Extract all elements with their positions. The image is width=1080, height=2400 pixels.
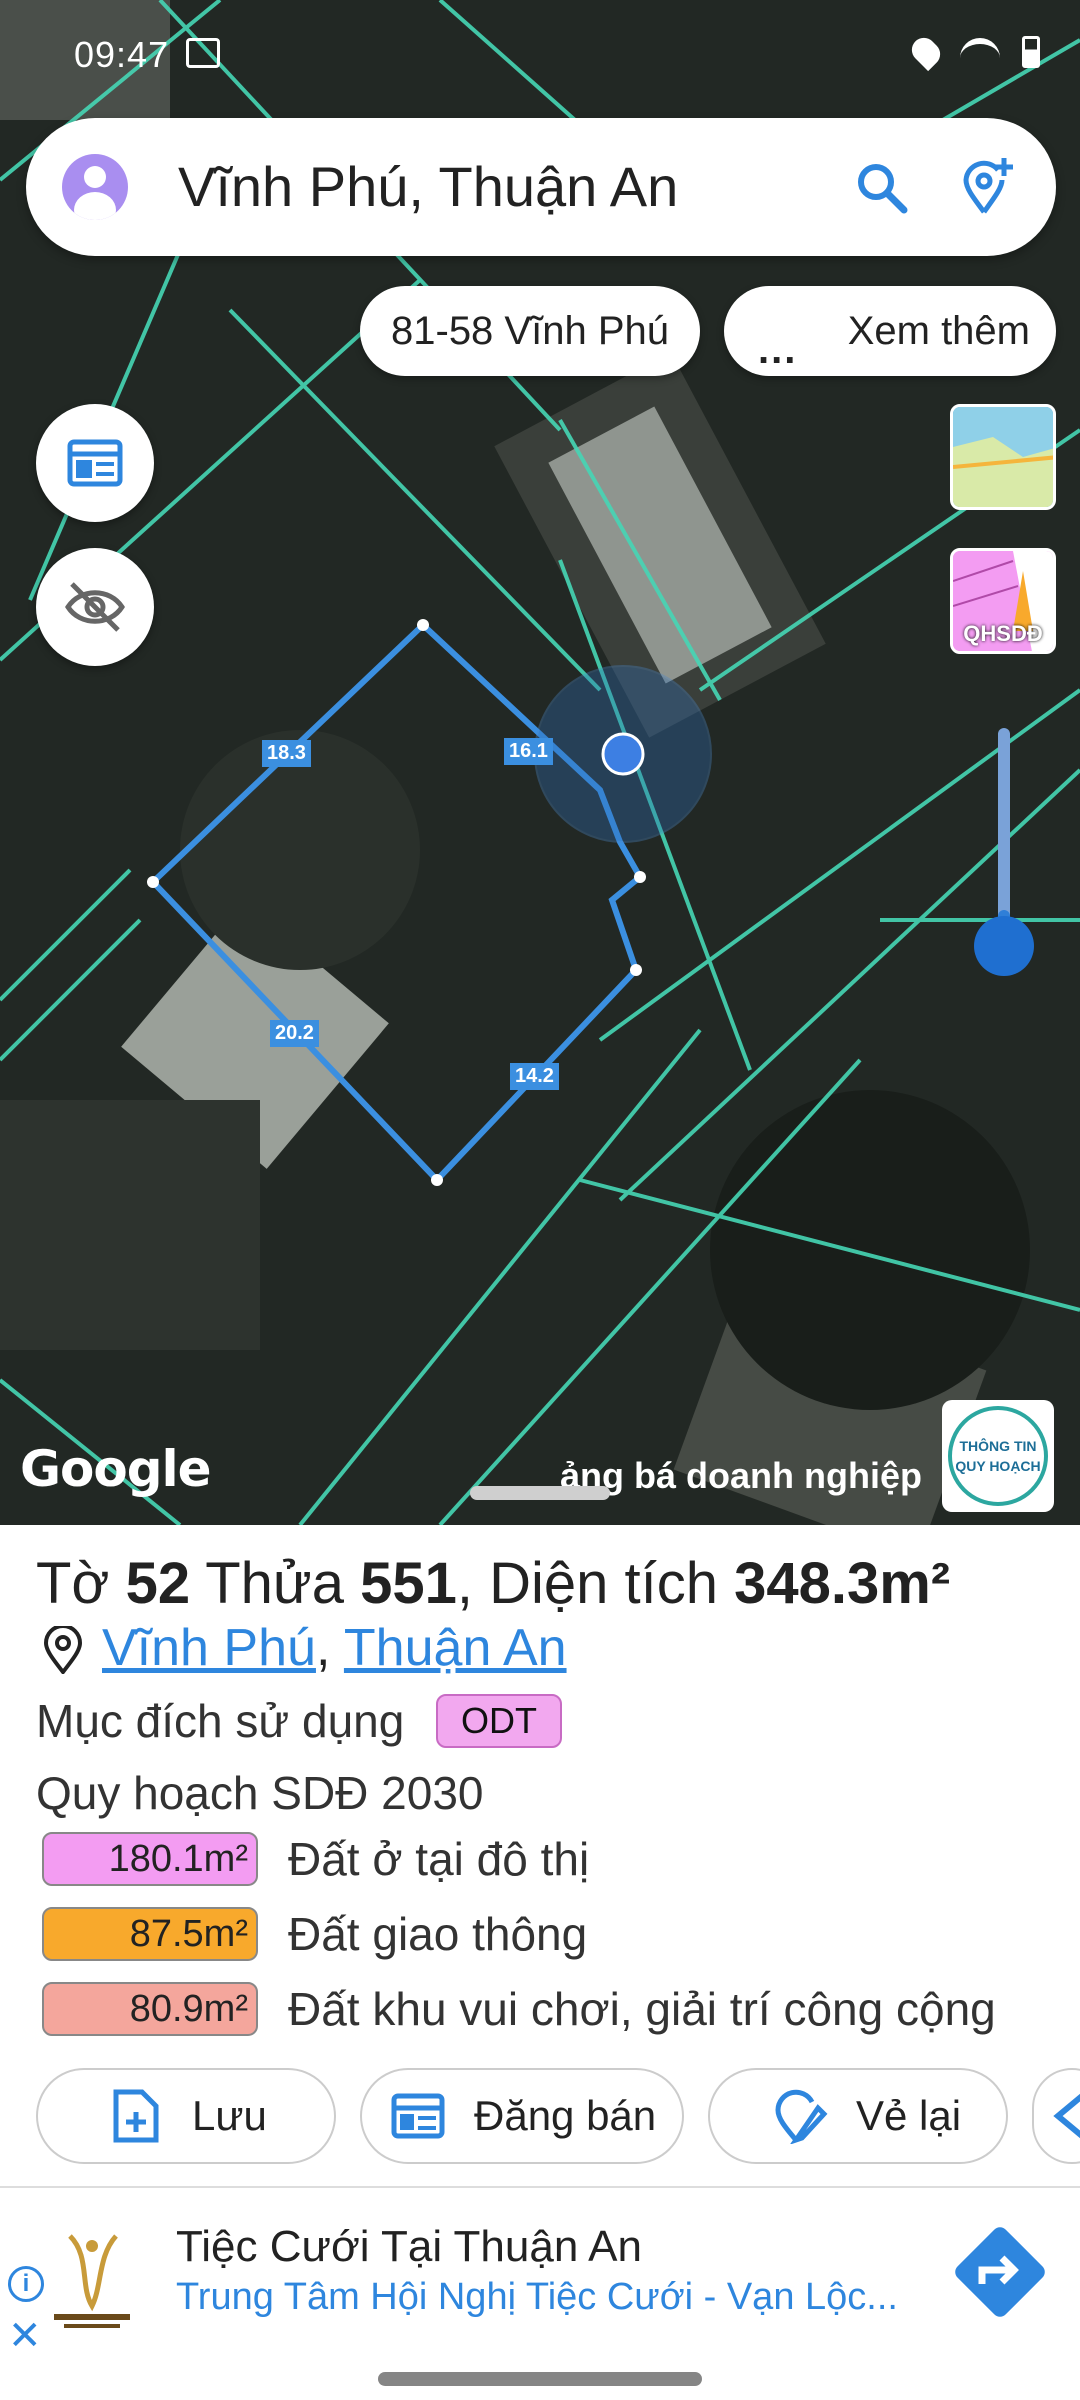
area-value: 348.3m² bbox=[734, 1551, 951, 1616]
plan-area-label: Đất ở tại đô thị bbox=[288, 1833, 590, 1885]
redraw-label: Vẻ lại bbox=[856, 2092, 962, 2139]
chevron-left-icon bbox=[1053, 2093, 1080, 2139]
ward-link[interactable]: Vĩnh Phú bbox=[102, 1619, 316, 1677]
sheet-number: 52 bbox=[125, 1551, 191, 1616]
edit-pin-icon bbox=[775, 2089, 828, 2144]
sheet-drag-handle[interactable] bbox=[470, 1486, 610, 1500]
plan-area-box: 80.9m² bbox=[42, 1982, 258, 2036]
location-status-icon bbox=[906, 32, 946, 72]
eye-off-icon bbox=[65, 582, 125, 632]
save-label: Lưu bbox=[192, 2092, 267, 2139]
address-chip[interactable]: 81-58 Vĩnh Phú bbox=[360, 286, 700, 376]
ad-info-icon[interactable]: i bbox=[8, 2266, 44, 2302]
base-map-layer-toggle[interactable] bbox=[950, 404, 1056, 510]
billboard-icon bbox=[67, 439, 123, 487]
plan-title: Quy hoạch SDĐ 2030 bbox=[36, 1767, 484, 1819]
land-use-code-badge: ODT bbox=[436, 1694, 562, 1748]
location-pin-icon bbox=[43, 1626, 83, 1674]
toggle-visibility-button[interactable] bbox=[36, 548, 154, 666]
status-time: 09:47 bbox=[74, 34, 170, 75]
plan-area-label: Đất giao thông bbox=[288, 1908, 588, 1960]
planning-layer-label: QHSDĐ bbox=[963, 621, 1043, 646]
battery-icon bbox=[1022, 36, 1040, 68]
parcel-title: Tờ 52 Thửa 551, Diện tích 348.3m² bbox=[36, 1550, 950, 1617]
listing-board-button[interactable] bbox=[36, 404, 154, 522]
directions-icon[interactable] bbox=[952, 2224, 1048, 2320]
location-separator: , bbox=[315, 1619, 331, 1677]
area-prefix: Diện tích bbox=[489, 1551, 719, 1616]
venue-logo-icon bbox=[54, 2234, 130, 2328]
more-dots-icon: ... bbox=[758, 328, 798, 372]
redraw-button[interactable]: Vẻ lại bbox=[708, 2068, 1008, 2164]
see-more-label: Xem thêm bbox=[847, 308, 1030, 353]
land-use-purpose-label: Mục đích sử dụng bbox=[36, 1695, 405, 1747]
add-file-icon bbox=[113, 2089, 159, 2143]
ad-title[interactable]: Tiệc Cưới Tại Thuận An bbox=[176, 2222, 642, 2272]
ad-subtitle[interactable]: Trung Tâm Hội Nghị Tiệc Cưới - Vạn Lộc..… bbox=[176, 2276, 898, 2319]
google-logo: Google bbox=[20, 1440, 212, 1498]
plan-item: 180.1m² Đất ở tại đô thị bbox=[42, 1832, 589, 1886]
status-bar: 09:47 bbox=[0, 0, 1080, 110]
plan-area-box: 180.1m² bbox=[42, 1832, 258, 1886]
ad-close-icon[interactable]: ✕ bbox=[8, 2316, 42, 2356]
plot-number: 551 bbox=[360, 1551, 457, 1616]
add-location-pin-icon[interactable] bbox=[958, 156, 1018, 216]
profile-avatar[interactable] bbox=[62, 154, 128, 220]
plan-area-label: Đất khu vui chơi, giải trí công cộng bbox=[288, 1983, 996, 2035]
address-chip-label: 81-58 Vĩnh Phú bbox=[391, 308, 669, 353]
gallery-notification-icon bbox=[186, 38, 220, 68]
planning-badge-line2: QUY HOẠCH bbox=[955, 1458, 1041, 1474]
promo-ticker-text[interactable]: ảng bá doanh nghiệp bbox=[560, 1455, 922, 1497]
sheet-prefix: Tờ bbox=[36, 1551, 110, 1616]
search-bar[interactable]: Vĩnh Phú, Thuận An bbox=[26, 118, 1056, 256]
search-query[interactable]: Vĩnh Phú, Thuận An bbox=[178, 154, 678, 219]
edge-label: 16.1 bbox=[504, 738, 553, 765]
title-separator: , bbox=[456, 1551, 473, 1616]
planning-info-badge-icon: THÔNG TIN QUY HOẠCH bbox=[948, 1406, 1048, 1506]
plan-item: 87.5m² Đất giao thông bbox=[42, 1907, 587, 1961]
wifi-icon bbox=[960, 38, 1000, 66]
system-nav-handle[interactable] bbox=[378, 2372, 702, 2386]
location-links: Vĩnh Phú, Thuận An bbox=[102, 1618, 567, 1678]
opacity-slider-thumb[interactable] bbox=[974, 916, 1034, 976]
billboard-icon bbox=[391, 2093, 445, 2139]
save-button[interactable]: Lưu bbox=[36, 2068, 336, 2164]
planning-info-button[interactable]: THÔNG TIN QUY HOẠCH bbox=[942, 1400, 1054, 1512]
post-for-sale-button[interactable]: Đăng bán bbox=[360, 2068, 684, 2164]
search-icon[interactable] bbox=[854, 160, 910, 216]
edge-label: 18.3 bbox=[262, 740, 311, 767]
plot-prefix: Thửa bbox=[205, 1551, 344, 1616]
my-location-dot bbox=[601, 732, 645, 776]
planning-badge-line1: THÔNG TIN bbox=[959, 1438, 1037, 1454]
ad-banner[interactable]: i ✕ Tiệc Cưới Tại Thuận An Trung Tâm Hội… bbox=[0, 2186, 1080, 2356]
see-more-chip[interactable]: ... Xem thêm bbox=[724, 286, 1056, 376]
post-for-sale-label: Đăng bán bbox=[474, 2092, 657, 2139]
edge-label: 14.2 bbox=[510, 1063, 559, 1090]
map-thumbnail-icon bbox=[953, 407, 1053, 507]
planning-layer-toggle[interactable]: QHSDĐ bbox=[950, 548, 1056, 654]
satellite-map[interactable]: 18.3 16.1 20.2 14.2 09:47 Vĩnh Phú, Thuậ… bbox=[0, 0, 1080, 1525]
edge-label: 20.2 bbox=[270, 1020, 319, 1047]
plan-item: 80.9m² Đất khu vui chơi, giải trí công c… bbox=[42, 1982, 996, 2036]
plan-area-box: 87.5m² bbox=[42, 1907, 258, 1961]
district-link[interactable]: Thuận An bbox=[344, 1619, 567, 1677]
